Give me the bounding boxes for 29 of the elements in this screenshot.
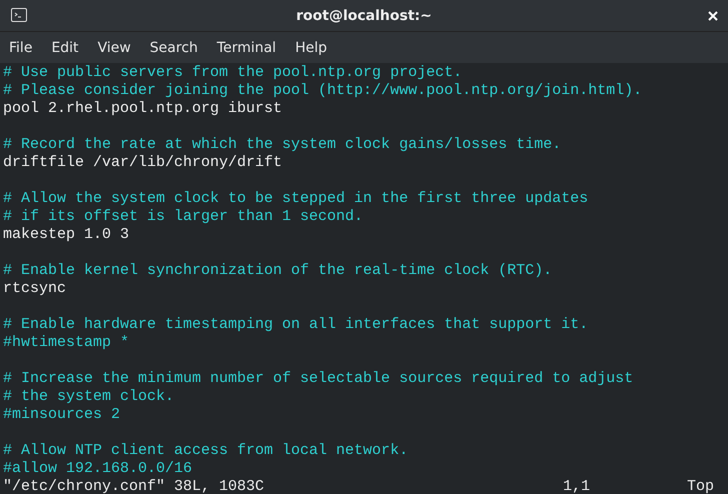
terminal-icon <box>11 8 27 22</box>
terminal-line: # the system clock. <box>3 388 174 405</box>
terminal-line: driftfile /var/lib/chrony/drift <box>3 154 282 171</box>
close-icon[interactable] <box>708 11 718 21</box>
window-title: root@localhost:~ <box>296 8 432 24</box>
terminal-line: rtcsync <box>3 280 66 297</box>
terminal-line: #allow 192.168.0.0/16 <box>3 460 192 477</box>
menu-item[interactable]: Search <box>150 40 205 56</box>
terminal-line: # if its offset is larger than 1 second. <box>3 208 364 225</box>
terminal-line: # Allow NTP client access from local network. <box>3 442 408 459</box>
menu-item[interactable]: File <box>9 40 40 56</box>
file-info: "/etc/chrony.conf" 38L, 1083C <box>3 478 264 494</box>
menu-item[interactable]: Edit <box>51 40 86 56</box>
terminal-line: #minsources 2 <box>3 406 120 423</box>
terminal-line: pool 2.rhel.pool.ntp.org iburst <box>3 100 282 117</box>
terminal-line: # Please consider joining the pool (http://www.pool.ntp.org/join.html). <box>3 82 642 99</box>
menu-item[interactable]: Help <box>295 40 334 56</box>
menu-item[interactable]: Terminal <box>216 40 284 56</box>
terminal-line: # Enable hardware timestamping on all interfaces that support it. <box>3 316 588 333</box>
terminal-line: # Increase the minimum number of selectable sources required to adjust <box>3 370 634 387</box>
cursor-position: 1,1 <box>563 478 590 494</box>
terminal-line: #hwtimestamp * <box>3 334 130 351</box>
terminal-line: # Allow the system clock to be stepped in the first three updates <box>3 190 588 207</box>
scroll-position: Top <box>687 478 714 494</box>
terminal-line: makestep 1.0 3 <box>3 226 130 243</box>
terminal-line: # Use public servers from the pool.ntp.org project. <box>3 64 462 81</box>
terminal-line: # Record the rate at which the system clock gains/losses time. <box>3 136 562 153</box>
menu-item[interactable]: View <box>98 40 138 56</box>
terminal-line: # Enable kernel synchronization of the real-time clock (RTC). <box>3 262 552 279</box>
